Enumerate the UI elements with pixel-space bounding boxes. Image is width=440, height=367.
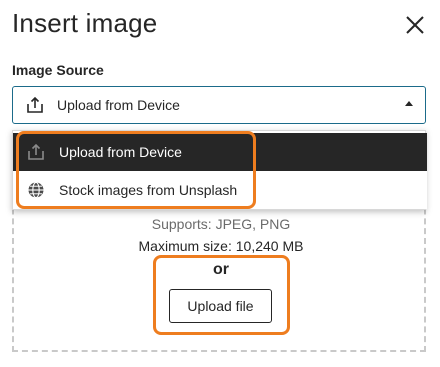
menu-item-unsplash[interactable]: Stock images from Unsplash: [13, 171, 427, 209]
highlight-box: [153, 255, 290, 335]
image-source-label: Image Source: [12, 62, 104, 78]
supported-formats: Supports: JPEG, PNG: [151, 216, 291, 232]
select-value: Upload from Device: [57, 97, 180, 113]
close-button[interactable]: [402, 12, 428, 38]
chevron-up-icon: [405, 101, 413, 106]
menu-item-upload-device[interactable]: Upload from Device: [13, 133, 427, 171]
source-dropdown-menu: Upload from Device Stock images from Uns…: [12, 130, 427, 210]
menu-item-label: Stock images from Unsplash: [59, 182, 238, 198]
upload-icon: [26, 96, 44, 114]
globe-icon: [27, 181, 45, 199]
upload-icon: [27, 143, 45, 161]
image-source-select[interactable]: Upload from Device: [12, 86, 426, 124]
dialog-title: Insert image: [12, 8, 158, 38]
close-icon: [406, 16, 424, 34]
menu-item-label: Upload from Device: [59, 144, 182, 160]
max-size: Maximum size: 10,240 MB: [138, 238, 304, 254]
